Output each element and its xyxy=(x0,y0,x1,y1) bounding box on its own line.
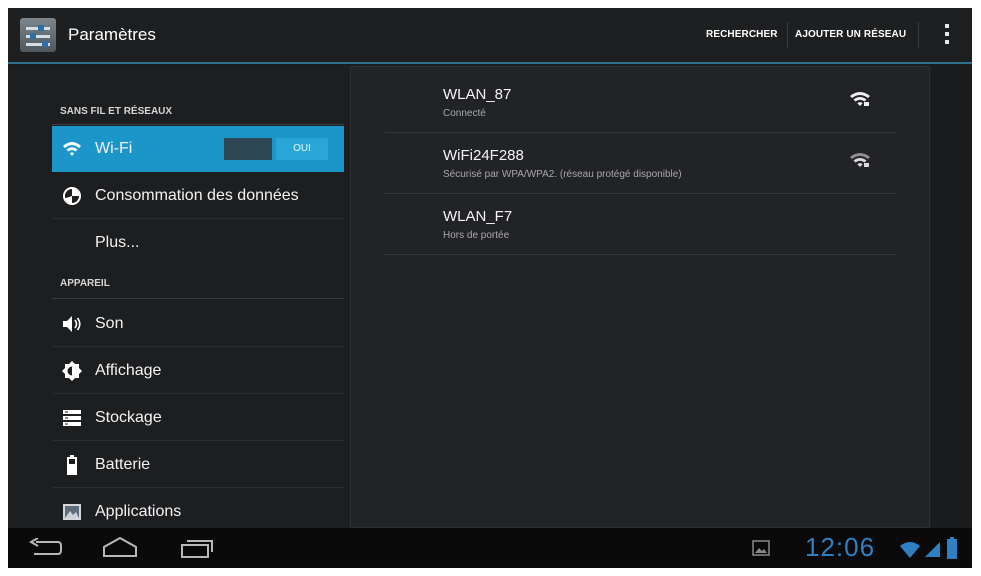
sidebar-item-label: Plus... xyxy=(95,234,140,251)
network-ssid: WLAN_F7 xyxy=(443,208,513,225)
back-icon[interactable] xyxy=(28,538,62,558)
action-divider xyxy=(918,22,919,48)
search-action-button[interactable]: RECHERCHER xyxy=(706,29,778,40)
action-divider xyxy=(787,22,788,48)
status-clock[interactable]: 12:06 xyxy=(805,532,875,563)
overflow-menu-icon[interactable] xyxy=(944,24,950,48)
toggle-track xyxy=(224,138,272,160)
speaker-icon xyxy=(63,316,81,332)
network-status: Connecté xyxy=(443,108,486,119)
recent-apps-icon[interactable] xyxy=(180,537,214,559)
sidebar-item-more[interactable]: Plus... xyxy=(52,220,344,266)
sidebar-item-label: Applications xyxy=(95,503,182,520)
network-row[interactable]: WLAN_F7 Hors de portée xyxy=(385,194,897,255)
cell-signal-icon xyxy=(925,542,940,557)
brightness-icon xyxy=(62,361,82,381)
apps-icon xyxy=(63,504,81,520)
sidebar-item-storage[interactable]: Stockage xyxy=(52,395,344,441)
sidebar-item-display[interactable]: Affichage xyxy=(52,348,344,394)
battery-icon xyxy=(67,455,77,475)
settings-app-icon[interactable] xyxy=(20,18,56,52)
sidebar-item-battery[interactable]: Batterie xyxy=(52,442,344,488)
wifi-signal-locked-icon xyxy=(850,153,870,167)
data-usage-icon xyxy=(63,187,81,205)
wifi-network-list: WLAN_87 Connecté WiFi24F288 Sécurisé par… xyxy=(350,66,930,528)
add-network-button[interactable]: AJOUTER UN RÉSEAU xyxy=(795,29,906,40)
wifi-signal-locked-icon xyxy=(850,92,870,106)
sidebar-item-label: Son xyxy=(95,315,124,332)
android-settings-screen: Paramètres RECHERCHER AJOUTER UN RÉSEAU … xyxy=(8,8,972,568)
network-ssid: WLAN_87 xyxy=(443,86,512,103)
section-divider xyxy=(52,124,344,125)
section-header-device: APPAREIL xyxy=(60,278,110,289)
storage-icon xyxy=(63,410,81,426)
action-bar: Paramètres RECHERCHER AJOUTER UN RÉSEAU xyxy=(8,8,972,64)
sidebar-item-data-usage[interactable]: Consommation des données xyxy=(52,173,344,219)
network-ssid: WiFi24F288 xyxy=(443,147,524,164)
screenshot-notification-icon[interactable] xyxy=(752,540,770,556)
sidebar-item-label: Wi-Fi xyxy=(95,140,133,157)
page-title: Paramètres xyxy=(68,25,156,44)
sidebar-item-label: Affichage xyxy=(95,362,162,379)
network-status: Sécurisé par WPA/WPA2. (réseau protégé d… xyxy=(443,169,682,180)
network-status: Hors de portée xyxy=(443,230,510,241)
wifi-icon xyxy=(63,142,81,156)
sidebar-item-label: Consommation des données xyxy=(95,187,299,204)
settings-sidebar: SANS FIL ET RÉSEAUX Wi-Fi OUI Consommati… xyxy=(8,66,350,528)
system-navigation-bar: 12:06 xyxy=(8,528,972,568)
home-icon[interactable] xyxy=(102,536,138,558)
wifi-status-icon xyxy=(900,542,920,558)
battery-status-icon xyxy=(947,537,957,559)
sidebar-item-label: Batterie xyxy=(95,456,151,473)
sidebar-item-label: Stockage xyxy=(95,409,162,426)
network-row[interactable]: WiFi24F288 Sécurisé par WPA/WPA2. (résea… xyxy=(385,133,897,194)
section-divider xyxy=(52,298,344,299)
toggle-state-label: OUI xyxy=(276,138,328,160)
sidebar-item-wifi[interactable]: Wi-Fi OUI xyxy=(52,126,344,172)
sidebar-item-sound[interactable]: Son xyxy=(52,301,344,347)
network-row[interactable]: WLAN_87 Connecté xyxy=(385,72,897,133)
section-header-wireless: SANS FIL ET RÉSEAUX xyxy=(60,106,173,117)
wifi-toggle[interactable]: OUI xyxy=(224,138,328,160)
